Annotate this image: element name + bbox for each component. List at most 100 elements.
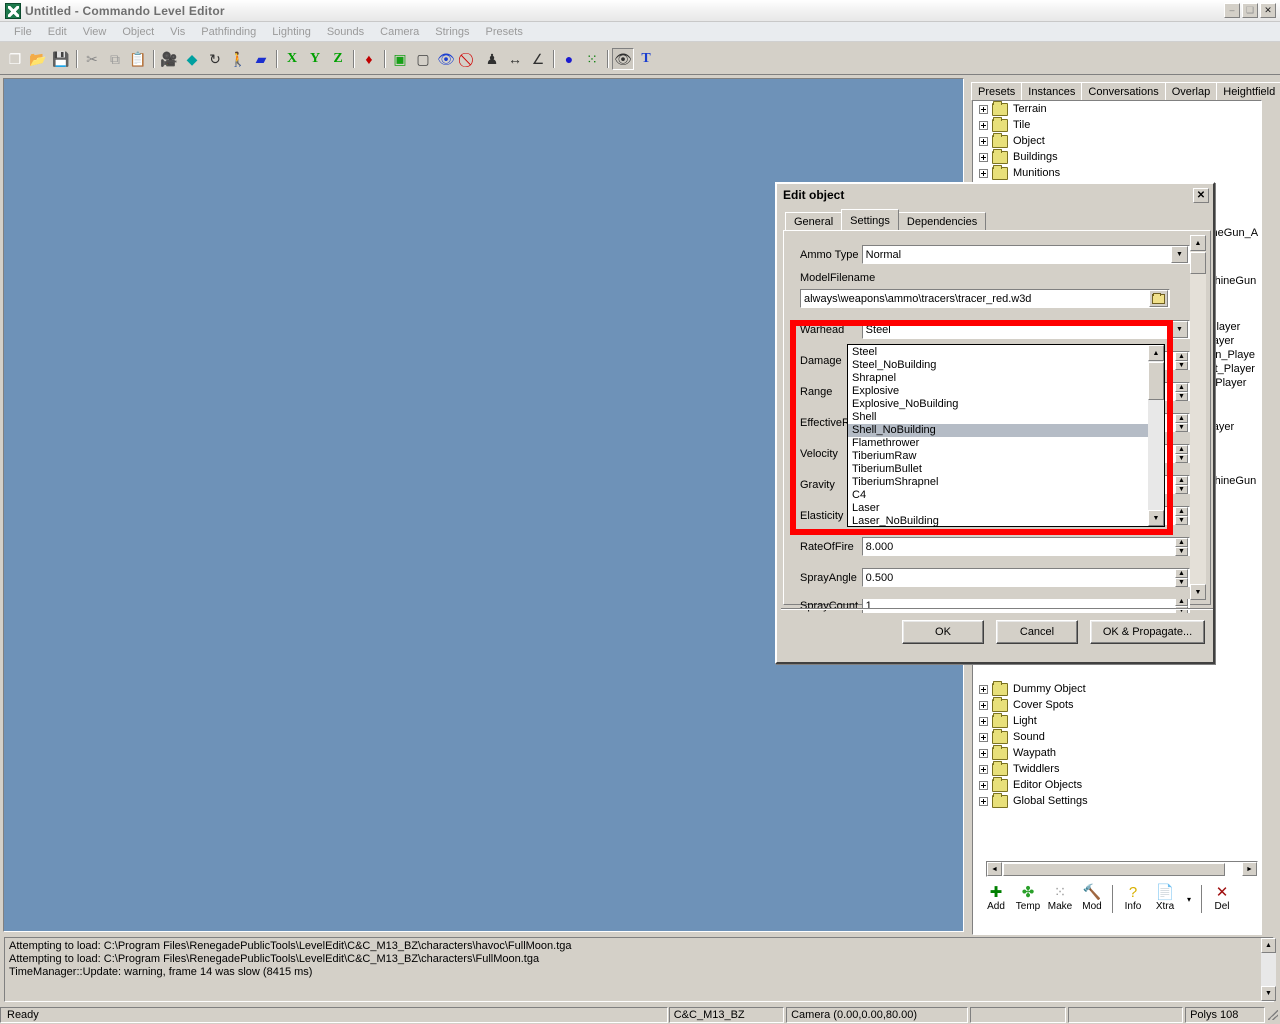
dropdown-scroll-thumb[interactable] [1148,362,1164,400]
expand-plus-icon[interactable] [979,137,988,146]
log-scroll-up-button[interactable]: ▲ [1261,938,1276,953]
dialog-tab-general[interactable]: General [785,212,842,230]
drop-to-ground-icon[interactable]: ♦ [358,48,380,70]
lights-icon[interactable]: ♟ [481,48,503,70]
chevron-down-icon[interactable] [1171,321,1188,338]
axis-z-icon[interactable]: Z [327,48,349,70]
dropdown-option-laser[interactable]: Laser [848,502,1164,515]
dropdown-option-flamethrower[interactable]: Flamethrower [848,437,1164,450]
close-button[interactable]: ✕ [1260,3,1276,18]
expand-plus-icon[interactable] [979,153,988,162]
expand-plus-icon[interactable] [979,733,988,742]
tree-item-sound[interactable]: Sound [973,729,1261,745]
angle-icon[interactable]: ∠ [527,48,549,70]
tab-heightfield[interactable]: Heightfield [1216,82,1280,100]
tree-item-global-settings[interactable]: Global Settings [973,793,1261,809]
dropdown-option-shrapnel[interactable]: Shrapnel [848,372,1164,385]
cut-icon[interactable]: ✂ [81,48,103,70]
menu-item-lighting[interactable]: Lighting [264,24,319,40]
tree-item-buildings[interactable]: Buildings [973,149,1261,165]
spin-down-icon[interactable] [1175,392,1188,401]
range-spinner[interactable] [1175,383,1188,401]
page-scroll-thumb[interactable] [1190,252,1206,274]
dropdown-option-tiberiumbullet[interactable]: TiberiumBullet [848,463,1164,476]
settings-page-scrollbar[interactable] [1190,235,1206,600]
tab-instances[interactable]: Instances [1021,82,1082,100]
spray-count-input[interactable]: 1 [862,599,1190,613]
tree-item-dummy-object[interactable]: Dummy Object [973,681,1261,697]
expand-plus-icon[interactable] [979,105,988,114]
tab-overlap[interactable]: Overlap [1165,82,1218,100]
velocity-spinner[interactable] [1175,445,1188,463]
tree-item-munitions[interactable]: Munitions [973,165,1261,181]
expand-plus-icon[interactable] [979,169,988,178]
preset-tool-add[interactable]: ✚Add [980,882,1012,912]
axis-x-icon[interactable]: X [281,48,303,70]
minimize-button[interactable]: – [1224,3,1240,18]
log-scrollbar[interactable]: ▲ ▼ [1261,938,1276,1001]
vis-points-icon[interactable]: ⁙ [581,48,603,70]
spin-up-icon[interactable] [1175,507,1188,516]
menu-item-sounds[interactable]: Sounds [319,24,372,40]
paste-icon[interactable]: 📋 [127,48,149,70]
xtra-dropdown-arrow-icon[interactable]: ▾ [1181,882,1197,916]
menu-item-strings[interactable]: Strings [427,24,477,40]
copy-icon[interactable]: ⧉ [104,48,126,70]
spin-up-icon[interactable] [1175,476,1188,485]
ok-propagate-button[interactable]: OK & Propagate... [1090,620,1205,644]
tree-item-light[interactable]: Light [973,713,1261,729]
model-filename-input[interactable]: always\weapons\ammo\tracers\tracer_red.w… [800,289,1170,308]
dropdown-option-steel[interactable]: Steel [848,346,1164,359]
dropdown-option-tiberiumraw[interactable]: TiberiumRaw [848,450,1164,463]
expand-plus-icon[interactable] [979,749,988,758]
menu-item-vis[interactable]: Vis [162,24,193,40]
dropdown-option-shell_nobuilding[interactable]: Shell_NoBuilding [848,424,1164,437]
tree-item-tile[interactable]: Tile [973,117,1261,133]
dialog-tab-dependencies[interactable]: Dependencies [898,212,986,230]
rotate-icon[interactable]: ↻ [204,48,226,70]
spin-down-icon[interactable] [1175,578,1188,587]
browse-button[interactable] [1149,290,1168,307]
preset-tool-info[interactable]: ?Info [1117,882,1149,912]
menu-item-edit[interactable]: Edit [40,24,75,40]
spray-angle-input[interactable]: 0.500 [862,568,1190,587]
dropdown-option-steel_nobuilding[interactable]: Steel_NoBuilding [848,359,1164,372]
gravity-spinner[interactable] [1175,476,1188,494]
dropdown-option-c4[interactable]: C4 [848,489,1164,502]
spin-down-icon[interactable] [1175,547,1188,556]
menu-item-object[interactable]: Object [114,24,162,40]
rate-of-fire-spinner[interactable] [1175,538,1188,556]
preset-tool-del[interactable]: ✕Del [1206,882,1238,912]
preset-tool-xtra[interactable]: 📄Xtra [1149,882,1181,912]
tree-item-editor-objects[interactable]: Editor Objects [973,777,1261,793]
dialog-close-button[interactable]: ✕ [1193,188,1209,203]
preset-tool-mod[interactable]: 🔨Mod [1076,882,1108,912]
open-file-icon[interactable]: 📂 [27,48,49,70]
dropdown-scroll-down-button[interactable] [1148,510,1164,526]
chevron-down-icon[interactable] [1171,246,1188,263]
dropdown-scrollbar[interactable] [1148,345,1164,526]
spin-up-icon[interactable] [1175,569,1188,578]
expand-plus-icon[interactable] [979,765,988,774]
menu-item-presets[interactable]: Presets [478,24,531,40]
new-file-icon[interactable]: ❐ [4,48,26,70]
dropdown-option-laser_nobuilding[interactable]: Laser_NoBuilding [848,515,1164,527]
preset-tool-temp[interactable]: ✤Temp [1012,882,1044,912]
spin-down-icon[interactable] [1175,423,1188,432]
terrain-icon[interactable]: ▰ [250,48,272,70]
ok-button[interactable]: OK [902,620,984,644]
tree-item-cover-spots[interactable]: Cover Spots [973,697,1261,713]
dropdown-option-explosive_nobuilding[interactable]: Explosive_NoBuilding [848,398,1164,411]
spin-up-icon[interactable] [1175,383,1188,392]
expand-plus-icon[interactable] [979,701,988,710]
menu-item-view[interactable]: View [75,24,115,40]
tab-presets[interactable]: Presets [971,82,1022,100]
elasticity-spinner[interactable] [1175,507,1188,525]
tree-item-twiddlers[interactable]: Twiddlers [973,761,1261,777]
spin-down-icon[interactable] [1175,361,1188,370]
expand-plus-icon[interactable] [979,797,988,806]
effective-range-spinner[interactable] [1175,414,1188,432]
tree-item-object[interactable]: Object [973,133,1261,149]
expand-plus-icon[interactable] [979,717,988,726]
hscroll-thumb[interactable] [1003,863,1225,876]
